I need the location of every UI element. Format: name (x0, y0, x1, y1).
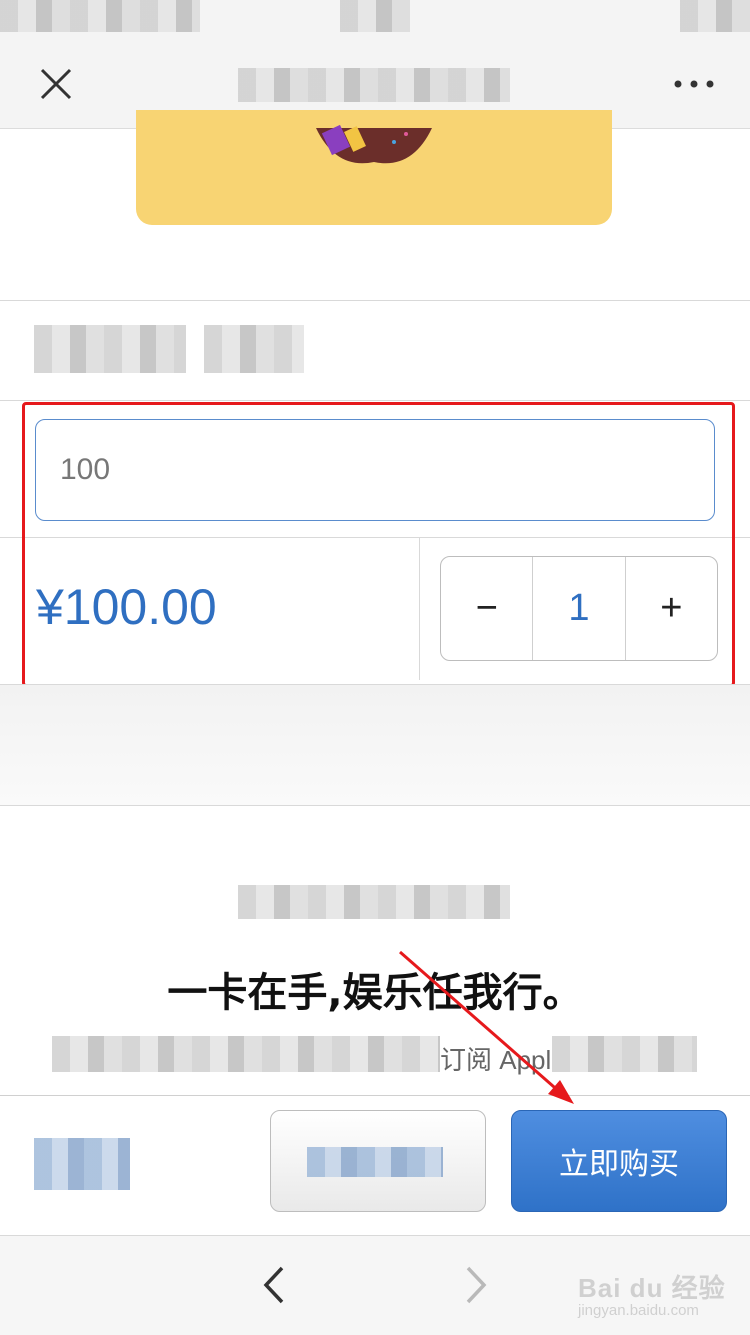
divider (0, 300, 750, 301)
blurred-status-right (680, 0, 750, 32)
more-button[interactable] (664, 62, 724, 106)
more-icon (674, 80, 714, 88)
buy-now-button[interactable]: 立即购买 (511, 1110, 727, 1212)
blurred-promo-heading (238, 885, 510, 919)
back-button[interactable] (250, 1260, 298, 1310)
forward-button[interactable] (452, 1260, 500, 1310)
watermark-url: jingyan.baidu.com (578, 1302, 699, 1319)
blurred-promo-desc (52, 1036, 440, 1072)
blurred-page-title (238, 68, 510, 102)
gift-card-image (136, 110, 612, 225)
apple-logo-icon (316, 124, 432, 164)
close-button[interactable] (30, 62, 82, 106)
chevron-right-icon (466, 1266, 487, 1304)
blurred-option-value (204, 325, 304, 373)
add-to-cart-button[interactable] (270, 1110, 486, 1212)
chevron-left-icon (263, 1266, 284, 1304)
highlight-box (22, 402, 735, 687)
blurred-promo-desc-end (552, 1036, 697, 1072)
watermark-brand: Bai du 经验 (578, 1273, 726, 1303)
promo-desc-visible: 订阅 Appl (440, 1045, 552, 1075)
blurred-status-left (0, 0, 200, 32)
blurred-button-label (307, 1147, 443, 1177)
close-icon (40, 68, 72, 100)
blurred-option-label (34, 325, 186, 373)
status-bar (0, 0, 750, 40)
blurred-status-center (340, 0, 410, 32)
promo-slogan: 一卡在手,娱乐任我行。 (167, 970, 583, 1016)
blurred-total (34, 1138, 130, 1190)
divider (0, 400, 750, 401)
section-separator (0, 684, 750, 806)
